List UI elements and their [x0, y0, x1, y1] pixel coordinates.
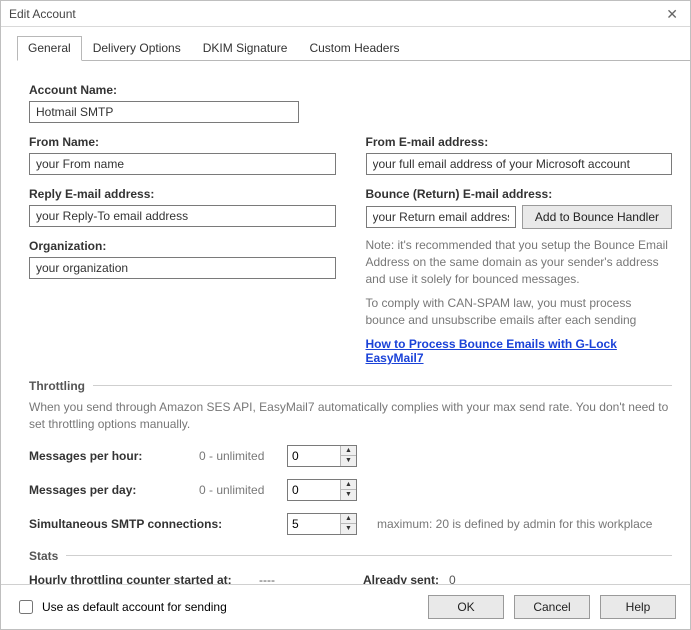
from-name-label: From Name: [29, 135, 336, 149]
from-email-label: From E-mail address: [366, 135, 673, 149]
general-panel: Account Name: From Name: From E-mail add… [1, 61, 690, 621]
messages-per-day-spinner[interactable]: ▲ ▼ [287, 479, 357, 501]
throttling-title: Throttling [29, 379, 85, 393]
default-account-checkbox-input[interactable] [19, 600, 33, 614]
bounce-email-label: Bounce (Return) E-mail address: [366, 187, 673, 201]
tab-custom-headers[interactable]: Custom Headers [298, 36, 410, 61]
bounce-help-link[interactable]: How to Process Bounce Emails with G-Lock… [366, 337, 673, 365]
stats-title: Stats [29, 549, 58, 563]
tab-delivery-options[interactable]: Delivery Options [82, 36, 192, 61]
help-button[interactable]: Help [600, 595, 676, 619]
spinner-down-icon[interactable]: ▼ [341, 524, 356, 534]
from-name-input[interactable] [29, 153, 336, 175]
divider [93, 385, 672, 386]
messages-per-day-label: Messages per day: [29, 483, 189, 497]
reply-email-input[interactable] [29, 205, 336, 227]
close-icon[interactable]: ✕ [662, 1, 682, 27]
reply-email-label: Reply E-mail address: [29, 187, 336, 201]
organization-input[interactable] [29, 257, 336, 279]
per-hour-hint: 0 - unlimited [199, 449, 277, 463]
per-day-hint: 0 - unlimited [199, 483, 277, 497]
smtp-connections-label: Simultaneous SMTP connections: [29, 517, 277, 531]
tab-bar: General Delivery Options DKIM Signature … [17, 35, 690, 61]
messages-per-hour-spinner[interactable]: ▲ ▼ [287, 445, 357, 467]
tab-dkim-signature[interactable]: DKIM Signature [192, 36, 299, 61]
cancel-button[interactable]: Cancel [514, 595, 590, 619]
window-title: Edit Account [9, 1, 76, 27]
spinner-down-icon[interactable]: ▼ [341, 490, 356, 500]
add-bounce-handler-button[interactable]: Add to Bounce Handler [522, 205, 672, 229]
bounce-email-input[interactable] [366, 206, 516, 228]
spinner-up-icon[interactable]: ▲ [341, 480, 356, 491]
ok-button[interactable]: OK [428, 595, 504, 619]
button-bar: Use as default account for sending OK Ca… [1, 584, 690, 629]
default-account-checkbox[interactable]: Use as default account for sending [15, 597, 227, 617]
title-bar: Edit Account ✕ [1, 1, 690, 27]
messages-per-hour-input[interactable] [288, 446, 340, 466]
smtp-connections-note: maximum: 20 is defined by admin for this… [377, 517, 652, 531]
bounce-note-2: To comply with CAN-SPAM law, you must pr… [366, 295, 673, 329]
messages-per-hour-label: Messages per hour: [29, 449, 189, 463]
spinner-down-icon[interactable]: ▼ [341, 456, 356, 466]
default-account-label: Use as default account for sending [42, 600, 227, 614]
messages-per-day-input[interactable] [288, 480, 340, 500]
account-name-label: Account Name: [29, 83, 672, 97]
from-email-input[interactable] [366, 153, 673, 175]
tab-general[interactable]: General [17, 36, 82, 61]
spinner-up-icon[interactable]: ▲ [341, 514, 356, 525]
organization-label: Organization: [29, 239, 336, 253]
spinner-up-icon[interactable]: ▲ [341, 446, 356, 457]
account-name-input[interactable] [29, 101, 299, 123]
divider [66, 555, 672, 556]
bounce-note-1: Note: it's recommended that you setup th… [366, 237, 673, 287]
smtp-connections-input[interactable] [288, 514, 340, 534]
smtp-connections-spinner[interactable]: ▲ ▼ [287, 513, 357, 535]
throttling-desc: When you send through Amazon SES API, Ea… [29, 399, 672, 433]
